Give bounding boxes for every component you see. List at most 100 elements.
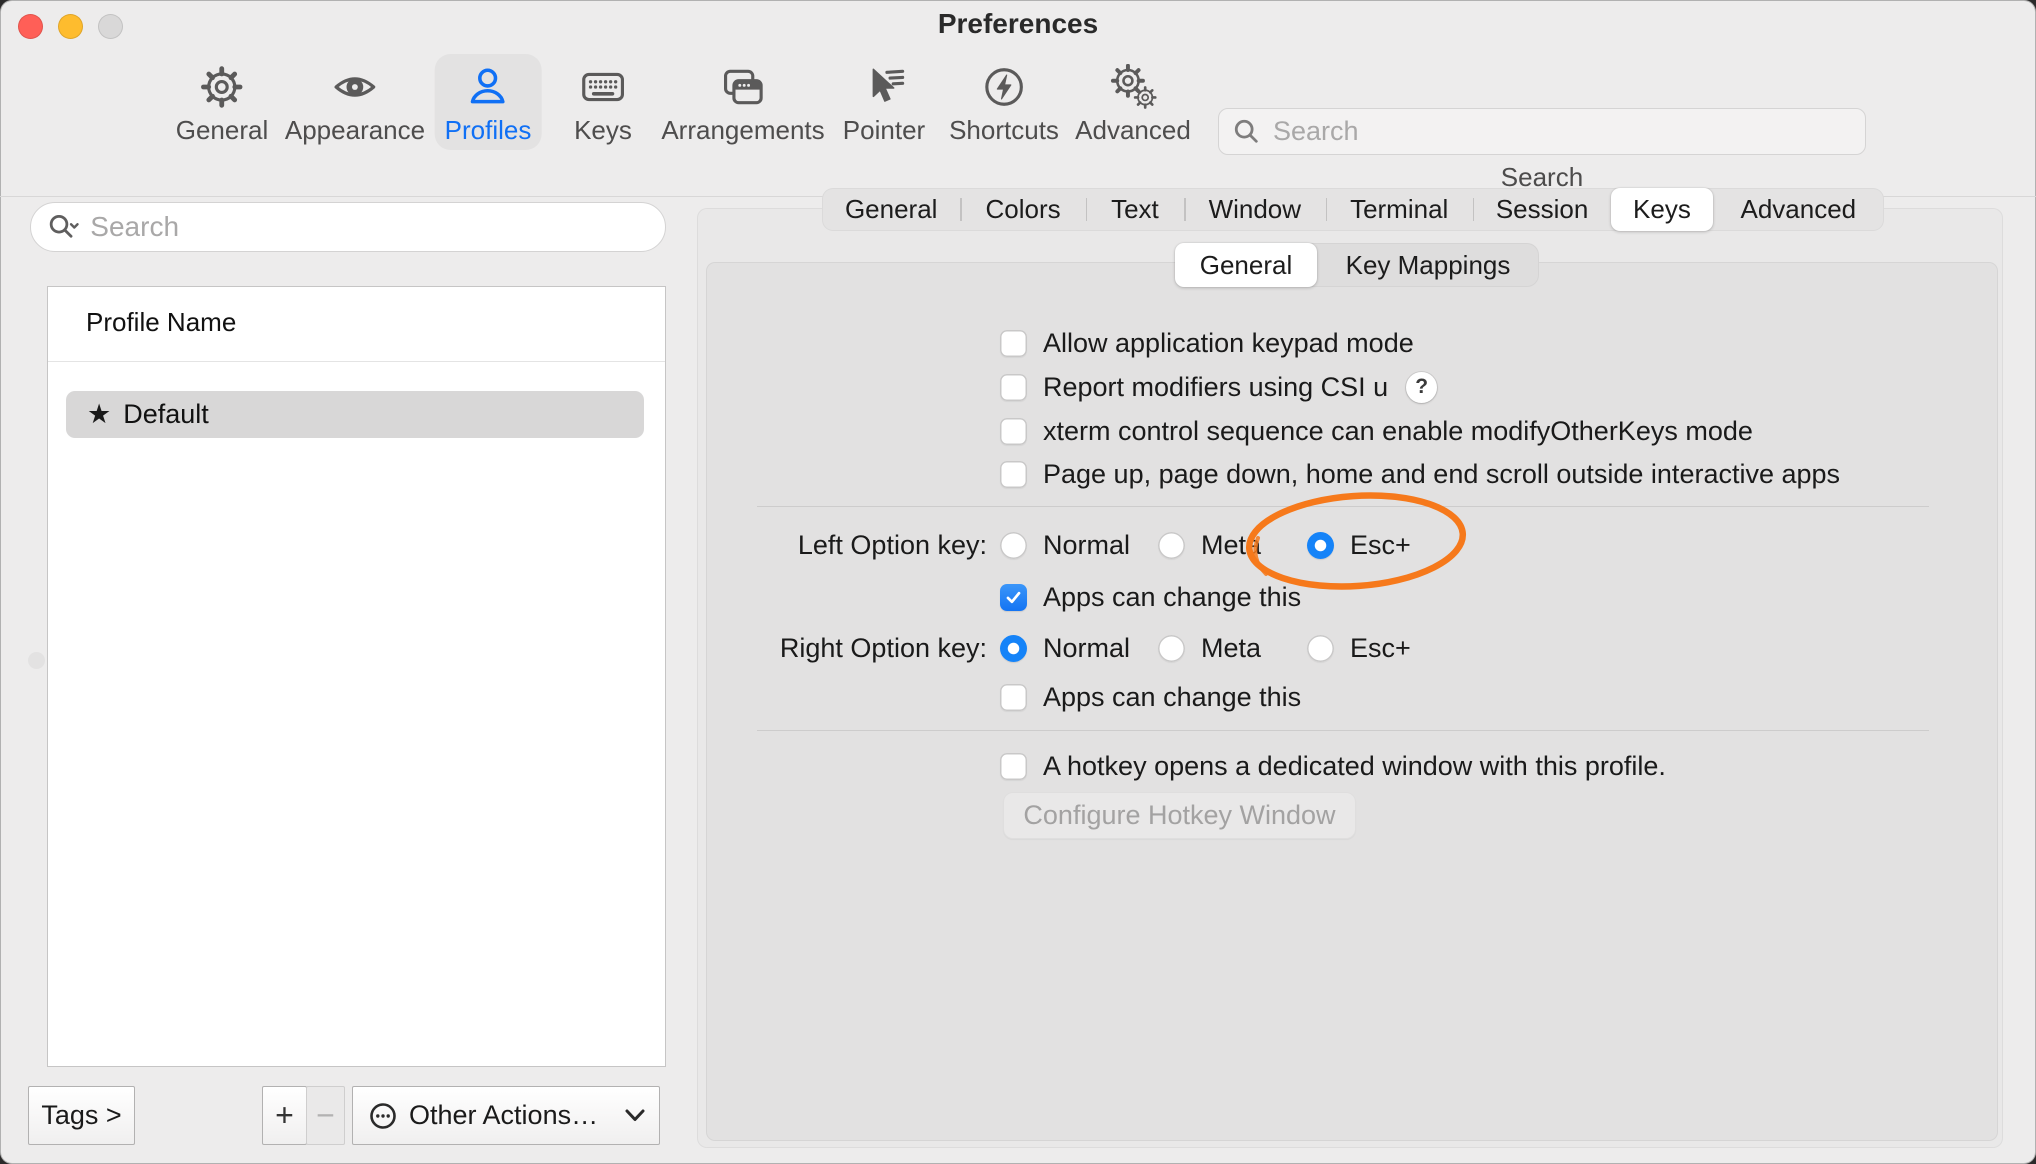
window-title: Preferences — [0, 8, 2036, 40]
tab-text[interactable]: Text — [1086, 188, 1184, 231]
checkbox-unchecked[interactable] — [1000, 753, 1027, 780]
radio-left-normal[interactable]: Normal — [1000, 523, 1130, 567]
radio-left-meta[interactable]: Meta — [1158, 523, 1261, 567]
chevron-down-icon — [625, 1109, 645, 1122]
gears-icon — [1108, 59, 1158, 115]
radio-label: Normal — [1043, 530, 1130, 561]
checkbox-row[interactable]: Page up, page down, home and end scroll … — [1000, 452, 1840, 496]
radio-right-esc[interactable]: Esc+ — [1307, 626, 1411, 670]
checkbox-row[interactable]: Report modifiers using CSI u ? — [1000, 365, 1437, 409]
profile-tab-bar: General Colors Text Window Terminal Sess… — [822, 188, 1884, 231]
radio-label: Normal — [1043, 633, 1130, 664]
check-icon — [1004, 588, 1023, 607]
toolbar-item-profiles[interactable]: Profiles — [435, 54, 542, 150]
checkbox-unchecked[interactable] — [1000, 330, 1027, 357]
configure-hotkey-window-button[interactable]: Configure Hotkey Window — [1003, 792, 1356, 839]
toolbar: General Appearance Profiles — [0, 46, 2036, 150]
checkbox-unchecked[interactable] — [1000, 374, 1027, 401]
tab-terminal[interactable]: Terminal — [1326, 188, 1473, 231]
radio-unselected[interactable] — [1158, 532, 1185, 559]
toolbar-item-pointer[interactable]: Pointer — [833, 54, 935, 150]
checkbox-label: xterm control sequence can enable modify… — [1043, 416, 1753, 447]
section-divider — [757, 730, 1929, 731]
toolbar-item-advanced[interactable]: Advanced — [1065, 54, 1201, 150]
toolbar-item-label: Profiles — [445, 115, 532, 145]
toolbar-item-arrangements[interactable]: Arrangements — [651, 54, 834, 150]
checkbox-row-hotkey[interactable]: A hotkey opens a dedicated window with t… — [1000, 744, 1666, 788]
checkbox-unchecked[interactable] — [1000, 418, 1027, 445]
section-divider — [757, 506, 1929, 507]
radio-selected[interactable] — [1307, 532, 1334, 559]
checkbox-checked[interactable] — [1000, 584, 1027, 611]
profile-search-input[interactable] — [88, 210, 649, 244]
toolbar-item-label: Advanced — [1075, 115, 1191, 145]
preferences-window: Preferences General Appearance — [0, 0, 2036, 1164]
search-icon — [1233, 117, 1261, 147]
toolbar-item-keys[interactable]: Keys — [564, 54, 642, 150]
tags-button[interactable]: Tags > — [28, 1086, 135, 1145]
checkbox-row[interactable]: Allow application keypad mode — [1000, 321, 1414, 365]
checkbox-row-apps-change-left[interactable]: Apps can change this — [1000, 575, 1301, 619]
sidebar-edge-dot — [28, 652, 45, 669]
radio-label: Meta — [1201, 633, 1261, 664]
tab-colors[interactable]: Colors — [960, 188, 1085, 231]
toolbar-item-label: Arrangements — [661, 115, 824, 145]
right-option-key-label: Right Option key: — [637, 626, 987, 670]
subtab-key-mappings[interactable]: Key Mappings — [1317, 243, 1539, 287]
toolbar-item-shortcuts[interactable]: Shortcuts — [939, 54, 1069, 150]
titlebar: Preferences — [0, 0, 2036, 52]
list-header-divider — [48, 361, 665, 362]
search-menu-icon — [47, 211, 80, 243]
left-option-key-label: Left Option key: — [637, 523, 987, 567]
radio-right-meta[interactable]: Meta — [1158, 626, 1261, 670]
subtab-general[interactable]: General — [1175, 243, 1317, 287]
tab-window[interactable]: Window — [1184, 188, 1325, 231]
checkbox-row[interactable]: xterm control sequence can enable modify… — [1000, 409, 1753, 453]
help-button[interactable]: ? — [1406, 372, 1437, 403]
toolbar-item-label: Pointer — [843, 115, 925, 145]
other-actions-dropdown[interactable]: Other Actions… — [352, 1086, 660, 1145]
profile-row-default[interactable]: ★ Default — [66, 391, 644, 438]
radio-unselected[interactable] — [1158, 635, 1185, 662]
checkbox-label: Report modifiers using CSI u — [1043, 372, 1388, 403]
profile-list-column-header: Profile Name — [86, 307, 236, 338]
toolbar-item-appearance[interactable]: Appearance — [275, 54, 435, 150]
add-profile-button[interactable]: + — [262, 1086, 307, 1145]
profile-list: Profile Name ★ Default — [47, 286, 666, 1067]
tab-advanced[interactable]: Advanced — [1713, 188, 1884, 231]
person-icon — [465, 59, 511, 115]
other-actions-label: Other Actions… — [409, 1100, 615, 1131]
toolbar-item-label: Shortcuts — [949, 115, 1059, 145]
radio-left-esc[interactable]: Esc+ — [1307, 523, 1411, 567]
gear-icon — [199, 59, 245, 115]
radio-label: Esc+ — [1350, 633, 1411, 664]
radio-right-normal[interactable]: Normal — [1000, 626, 1130, 670]
radio-selected[interactable] — [1000, 635, 1027, 662]
checkbox-label: Apps can change this — [1043, 682, 1301, 713]
tab-general[interactable]: General — [822, 188, 960, 231]
windows-icon — [719, 59, 767, 115]
checkbox-label: Apps can change this — [1043, 582, 1301, 613]
eye-icon — [329, 59, 381, 115]
tab-keys[interactable]: Keys — [1611, 188, 1712, 231]
toolbar-item-label: Appearance — [285, 115, 425, 145]
checkbox-unchecked[interactable] — [1000, 461, 1027, 488]
tab-session[interactable]: Session — [1473, 188, 1611, 231]
bolt-circle-icon — [981, 59, 1027, 115]
checkbox-row-apps-change-right[interactable]: Apps can change this — [1000, 675, 1301, 719]
toolbar-item-label: Keys — [574, 115, 632, 145]
toolbar-item-general[interactable]: General — [166, 54, 279, 150]
radio-unselected[interactable] — [1000, 532, 1027, 559]
checkbox-unchecked[interactable] — [1000, 684, 1027, 711]
toolbar-search-input[interactable] — [1271, 115, 1851, 148]
radio-unselected[interactable] — [1307, 635, 1334, 662]
radio-label: Meta — [1201, 530, 1261, 561]
remove-profile-button[interactable]: − — [306, 1086, 345, 1145]
toolbar-item-label: General — [176, 115, 269, 145]
toolbar-search-field[interactable] — [1218, 108, 1866, 155]
ellipsis-circle-icon — [367, 1100, 399, 1132]
checkbox-label: A hotkey opens a dedicated window with t… — [1043, 751, 1666, 782]
star-icon: ★ — [87, 399, 111, 430]
profile-name: Default — [123, 399, 209, 430]
profile-search-field[interactable] — [30, 202, 666, 252]
